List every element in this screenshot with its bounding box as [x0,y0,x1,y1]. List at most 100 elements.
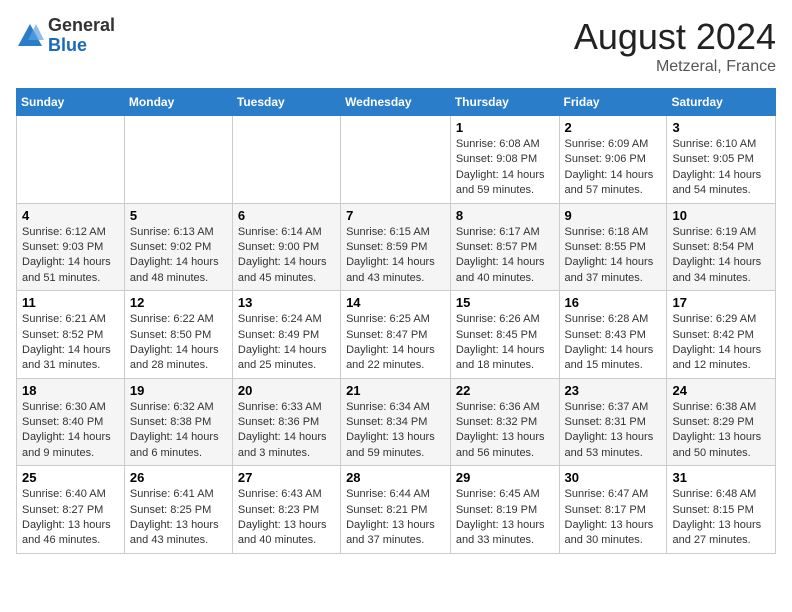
page-header: General Blue August 2024 Metzeral, Franc… [16,16,776,76]
day-number: 27 [238,470,335,485]
weekday-header-row: SundayMondayTuesdayWednesdayThursdayFrid… [17,89,776,116]
day-cell: 8Sunrise: 6:17 AMSunset: 8:57 PMDaylight… [450,203,559,291]
day-cell [124,116,232,204]
day-cell: 6 Sunrise: 6:14 AMSunset: 9:00 PMDaylight… [232,203,340,291]
day-cell [17,116,125,204]
day-info: Sunrise: 6:25 AMSunset: 8:47 PMDaylight:… [346,312,445,374]
day-info: Sunrise: 6:28 AMSunset: 8:43 PMDaylight:… [565,312,662,374]
day-info: Sunrise: 6:09 AMSunset: 9:06 PMDaylight:… [565,137,662,199]
day-number: 21 [346,383,445,398]
logo: General Blue [16,16,115,56]
day-cell: 4Sunrise: 6:12 AMSunset: 9:03 PMDaylight… [17,203,125,291]
day-cell: 16 Sunrise: 6:28 AMSunset: 8:43 PMDayligh… [559,291,667,379]
weekday-header-tuesday: Tuesday [232,89,340,116]
day-cell: 18Sunrise: 6:30 AMSunset: 8:40 PMDayligh… [17,378,125,466]
day-cell: 22Sunrise: 6:36 AMSunset: 8:32 PMDayligh… [450,378,559,466]
week-row-4: 18Sunrise: 6:30 AMSunset: 8:40 PMDayligh… [17,378,776,466]
day-info: Sunrise: 6:13 AMSunset: 9:02 PMDaylight:… [130,225,227,287]
day-number: 30 [565,470,662,485]
day-cell: 2 Sunrise: 6:09 AMSunset: 9:06 PMDaylight… [559,116,667,204]
day-cell [232,116,340,204]
day-number: 11 [22,295,119,310]
weekday-header-saturday: Saturday [667,89,776,116]
day-info: Sunrise: 6:18 AMSunset: 8:55 PMDaylight:… [565,225,662,287]
day-number: 31 [672,470,770,485]
day-number: 14 [346,295,445,310]
day-number: 15 [456,295,554,310]
day-info: Sunrise: 6:34 AMSunset: 8:34 PMDaylight:… [346,400,445,462]
day-number: 13 [238,295,335,310]
day-cell: 24 Sunrise: 6:38 AMSunset: 8:29 PMDayligh… [667,378,776,466]
day-info: Sunrise: 6:47 AMSunset: 8:17 PMDaylight:… [565,487,662,549]
day-number: 3 [672,120,770,135]
weekday-header-sunday: Sunday [17,89,125,116]
day-info: Sunrise: 6:30 AMSunset: 8:40 PMDaylight:… [22,400,119,462]
day-info: Sunrise: 6:41 AMSunset: 8:25 PMDaylight:… [130,487,227,549]
day-cell: 13 Sunrise: 6:24 AMSunset: 8:49 PMDayligh… [232,291,340,379]
logo-blue-text: Blue [48,35,87,55]
day-number: 25 [22,470,119,485]
day-cell: 9 Sunrise: 6:18 AMSunset: 8:55 PMDaylight… [559,203,667,291]
day-cell: 30 Sunrise: 6:47 AMSunset: 8:17 PMDayligh… [559,466,667,554]
day-number: 16 [565,295,662,310]
location-subtitle: Metzeral, France [574,58,776,76]
day-info: Sunrise: 6:19 AMSunset: 8:54 PMDaylight:… [672,225,770,287]
day-info: Sunrise: 6:24 AMSunset: 8:49 PMDaylight:… [238,312,335,374]
week-row-5: 25 Sunrise: 6:40 AMSunset: 8:27 PMDayligh… [17,466,776,554]
day-cell: 27Sunrise: 6:43 AMSunset: 8:23 PMDayligh… [232,466,340,554]
logo-general-text: General [48,15,115,35]
calendar-table: SundayMondayTuesdayWednesdayThursdayFrid… [16,88,776,554]
day-number: 12 [130,295,227,310]
day-cell: 25 Sunrise: 6:40 AMSunset: 8:27 PMDayligh… [17,466,125,554]
day-number: 5 [130,208,227,223]
day-cell: 21 Sunrise: 6:34 AMSunset: 8:34 PMDayligh… [341,378,451,466]
day-info: Sunrise: 6:17 AMSunset: 8:57 PMDaylight:… [456,225,554,287]
day-cell: 10Sunrise: 6:19 AMSunset: 8:54 PMDayligh… [667,203,776,291]
day-info: Sunrise: 6:36 AMSunset: 8:32 PMDaylight:… [456,400,554,462]
day-cell: 17 Sunrise: 6:29 AMSunset: 8:42 PMDayligh… [667,291,776,379]
weekday-header-friday: Friday [559,89,667,116]
day-cell: 7 Sunrise: 6:15 AMSunset: 8:59 PMDaylight… [341,203,451,291]
day-number: 24 [672,383,770,398]
day-number: 2 [565,120,662,135]
day-cell: 20Sunrise: 6:33 AMSunset: 8:36 PMDayligh… [232,378,340,466]
day-number: 20 [238,383,335,398]
week-row-2: 4Sunrise: 6:12 AMSunset: 9:03 PMDaylight… [17,203,776,291]
day-cell: 14 Sunrise: 6:25 AMSunset: 8:47 PMDayligh… [341,291,451,379]
day-cell: 19Sunrise: 6:32 AMSunset: 8:38 PMDayligh… [124,378,232,466]
day-cell: 3 Sunrise: 6:10 AMSunset: 9:05 PMDaylight… [667,116,776,204]
day-info: Sunrise: 6:32 AMSunset: 8:38 PMDaylight:… [130,400,227,462]
day-info: Sunrise: 6:15 AMSunset: 8:59 PMDaylight:… [346,225,445,287]
day-info: Sunrise: 6:48 AMSunset: 8:15 PMDaylight:… [672,487,770,549]
day-number: 1 [456,120,554,135]
day-cell: 1Sunrise: 6:08 AMSunset: 9:08 PMDaylight… [450,116,559,204]
day-cell: 5 Sunrise: 6:13 AMSunset: 9:02 PMDaylight… [124,203,232,291]
day-cell: 29Sunrise: 6:45 AMSunset: 8:19 PMDayligh… [450,466,559,554]
day-info: Sunrise: 6:22 AMSunset: 8:50 PMDaylight:… [130,312,227,374]
day-number: 17 [672,295,770,310]
weekday-header-thursday: Thursday [450,89,559,116]
day-number: 9 [565,208,662,223]
day-number: 28 [346,470,445,485]
day-info: Sunrise: 6:14 AMSunset: 9:00 PMDaylight:… [238,225,335,287]
day-cell: 15 Sunrise: 6:26 AMSunset: 8:45 PMDayligh… [450,291,559,379]
day-info: Sunrise: 6:37 AMSunset: 8:31 PMDaylight:… [565,400,662,462]
day-cell: 11Sunrise: 6:21 AMSunset: 8:52 PMDayligh… [17,291,125,379]
day-info: Sunrise: 6:26 AMSunset: 8:45 PMDaylight:… [456,312,554,374]
day-cell [341,116,451,204]
day-number: 26 [130,470,227,485]
day-cell: 28 Sunrise: 6:44 AMSunset: 8:21 PMDayligh… [341,466,451,554]
day-info: Sunrise: 6:38 AMSunset: 8:29 PMDaylight:… [672,400,770,462]
day-info: Sunrise: 6:44 AMSunset: 8:21 PMDaylight:… [346,487,445,549]
day-number: 6 [238,208,335,223]
week-row-3: 11Sunrise: 6:21 AMSunset: 8:52 PMDayligh… [17,291,776,379]
day-info: Sunrise: 6:40 AMSunset: 8:27 PMDaylight:… [22,487,119,549]
weekday-header-wednesday: Wednesday [341,89,451,116]
week-row-1: 1Sunrise: 6:08 AMSunset: 9:08 PMDaylight… [17,116,776,204]
day-info: Sunrise: 6:45 AMSunset: 8:19 PMDaylight:… [456,487,554,549]
weekday-header-monday: Monday [124,89,232,116]
day-number: 7 [346,208,445,223]
day-number: 23 [565,383,662,398]
day-info: Sunrise: 6:10 AMSunset: 9:05 PMDaylight:… [672,137,770,199]
day-info: Sunrise: 6:29 AMSunset: 8:42 PMDaylight:… [672,312,770,374]
